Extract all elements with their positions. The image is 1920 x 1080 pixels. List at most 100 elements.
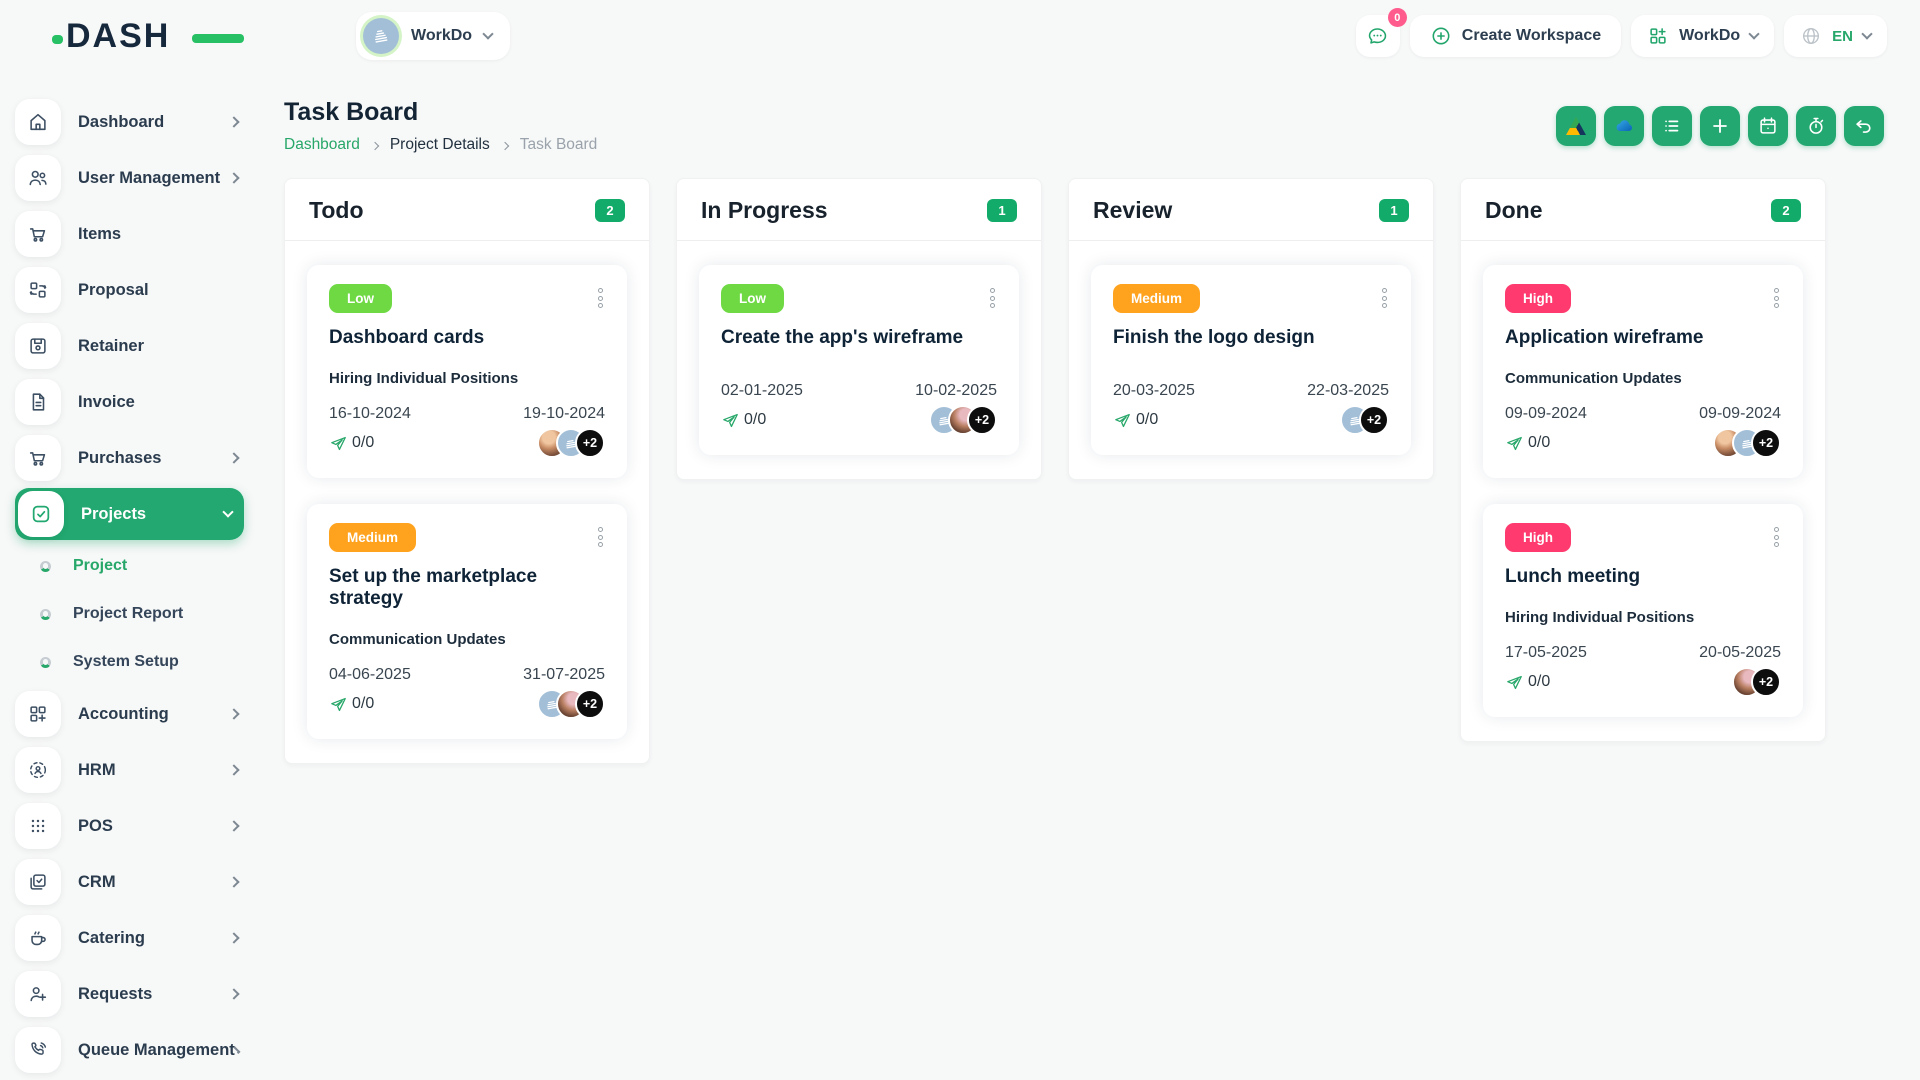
task-milestone: Hiring Individual Positions <box>1505 609 1695 626</box>
hrm-icon <box>15 747 61 793</box>
sidebar-item-label: Projects <box>81 504 147 523</box>
assignee-avatars: +2 <box>537 428 605 458</box>
language-selector[interactable]: EN <box>1784 15 1887 57</box>
chevron-right-icon <box>228 116 240 128</box>
task-start-date: 17-05-2025 <box>1505 644 1587 661</box>
kebab-menu-icon[interactable] <box>1380 284 1389 312</box>
sidebar-item-label: Catering <box>78 928 145 947</box>
task-title: Create the app's wireframe <box>721 327 964 348</box>
breadcrumb-project-details[interactable]: Project Details <box>390 136 490 154</box>
dots-grid-icon <box>15 803 61 849</box>
create-workspace-button[interactable]: Create Workspace <box>1409 15 1622 57</box>
sidebar-item-catering[interactable]: Catering <box>15 910 244 966</box>
column-header: In Progress 1 <box>677 179 1041 241</box>
chevron-right-icon <box>228 820 240 832</box>
sidebar: Dashboard User Management Items Proposal… <box>0 72 262 1080</box>
board-column-todo: Todo 2 Low Dashboard cards Hiring Indivi… <box>284 178 650 764</box>
sidebar-item-projects[interactable]: Projects <box>15 488 244 540</box>
kebab-menu-icon[interactable] <box>596 523 605 551</box>
assignee-avatars: +2 <box>537 689 605 719</box>
create-workspace-label: Create Workspace <box>1461 27 1602 44</box>
phone-icon <box>15 1027 61 1073</box>
task-title: Application wireframe <box>1505 327 1704 348</box>
send-icon <box>331 697 346 711</box>
chevron-right-icon <box>228 708 240 720</box>
sidebar-item-proposal[interactable]: Proposal <box>15 262 244 318</box>
breadcrumb: Dashboard Project Details Task Board <box>284 136 597 154</box>
task-end-date: 09-09-2024 <box>1699 405 1781 422</box>
task-card[interactable]: High Application wireframe Communication… <box>1483 265 1803 478</box>
chevron-down-icon <box>1861 28 1873 40</box>
calendar-button[interactable] <box>1748 106 1788 146</box>
onedrive-button[interactable] <box>1604 106 1644 146</box>
invoice-icon <box>15 379 61 425</box>
sidebar-item-requests[interactable]: Requests <box>15 966 244 1022</box>
avatar-overflow-badge: +2 <box>967 405 997 435</box>
sidebar-item-accounting[interactable]: Accounting <box>15 686 244 742</box>
sidebar-item-crm[interactable]: CRM <box>15 854 244 910</box>
sidebar-item-label: Accounting <box>78 704 169 723</box>
sidebar-subitem-project-report[interactable]: Project Report <box>15 590 244 638</box>
task-card[interactable]: Medium Finish the logo design 20-03-2025… <box>1091 265 1411 455</box>
grid-plus-icon <box>15 691 61 737</box>
kebab-menu-icon[interactable] <box>596 284 605 312</box>
sidebar-item-pos[interactable]: POS <box>15 798 244 854</box>
sidebar-subitem-project[interactable]: Project <box>15 542 244 590</box>
column-header: Todo 2 <box>285 179 649 241</box>
subtask-progress: 0/0 <box>1113 411 1158 430</box>
sidebar-subitem-label: System Setup <box>73 653 179 670</box>
sidebar-item-dashboard[interactable]: Dashboard <box>15 94 244 150</box>
task-start-date: 16-10-2024 <box>329 405 411 422</box>
sidebar-item-label: Requests <box>78 984 153 1003</box>
task-card[interactable]: Low Create the app's wireframe 02-01-202… <box>699 265 1019 455</box>
sidebar-item-label: Purchases <box>78 448 162 467</box>
sidebar-item-purchases[interactable]: Purchases <box>15 430 244 486</box>
undo-button[interactable] <box>1844 106 1884 146</box>
task-card[interactable]: Medium Set up the marketplace strategy C… <box>307 504 627 739</box>
home-icon <box>15 99 61 145</box>
priority-badge: Low <box>721 284 784 313</box>
chevron-right-icon <box>228 932 240 944</box>
breadcrumb-dashboard-link[interactable]: Dashboard <box>284 136 360 154</box>
column-title: Todo <box>309 197 364 223</box>
timer-button[interactable] <box>1796 106 1836 146</box>
sidebar-item-user-management[interactable]: User Management <box>15 150 244 206</box>
column-count-badge: 1 <box>987 199 1017 222</box>
add-task-button[interactable] <box>1700 106 1740 146</box>
avatar-overflow-badge: +2 <box>575 428 605 458</box>
priority-badge: High <box>1505 523 1571 552</box>
workspace-menu-button[interactable]: WorkDo <box>1631 15 1775 57</box>
column-header: Review 1 <box>1069 179 1433 241</box>
task-card[interactable]: Low Dashboard cards Hiring Individual Po… <box>307 265 627 478</box>
sidebar-item-hrm[interactable]: HRM <box>15 742 244 798</box>
priority-badge: High <box>1505 284 1571 313</box>
sidebar-subitem-label: Project Report <box>73 605 184 622</box>
avatar-overflow-badge: +2 <box>1751 667 1781 697</box>
sidebar-item-queue-management[interactable]: Queue Management <box>15 1022 244 1078</box>
task-card[interactable]: High Lunch meeting Hiring Individual Pos… <box>1483 504 1803 717</box>
top-header: DASH WorkDo 0 Create Workspace WorkDo EN <box>0 0 1920 72</box>
google-drive-button[interactable] <box>1556 106 1596 146</box>
sidebar-item-invoice[interactable]: Invoice <box>15 374 244 430</box>
kebab-menu-icon[interactable] <box>1772 284 1781 312</box>
subtask-progress: 0/0 <box>329 695 374 714</box>
page-title: Task Board <box>284 98 419 126</box>
task-end-date: 10-02-2025 <box>915 382 997 399</box>
column-body: High Application wireframe Communication… <box>1461 241 1825 741</box>
sidebar-subitem-system-setup[interactable]: System Setup <box>15 638 244 686</box>
messages-button[interactable]: 0 <box>1355 8 1407 57</box>
sidebar-item-items[interactable]: Items <box>15 206 244 262</box>
column-body: Low Create the app's wireframe 02-01-202… <box>677 241 1041 479</box>
brand-logo[interactable]: DASH <box>52 17 244 56</box>
sidebar-item-label: Invoice <box>78 392 135 411</box>
sidebar-item-retainer[interactable]: Retainer <box>15 318 244 374</box>
header-actions: 0 Create Workspace WorkDo EN <box>1355 8 1887 57</box>
workspace-selector[interactable]: WorkDo <box>356 12 511 60</box>
sidebar-item-label: CRM <box>78 872 116 891</box>
list-view-button[interactable] <box>1652 106 1692 146</box>
kebab-menu-icon[interactable] <box>988 284 997 312</box>
column-count-badge: 1 <box>1379 199 1409 222</box>
task-start-date: 04-06-2025 <box>329 666 411 683</box>
kebab-menu-icon[interactable] <box>1772 523 1781 551</box>
list-icon <box>1665 120 1679 132</box>
